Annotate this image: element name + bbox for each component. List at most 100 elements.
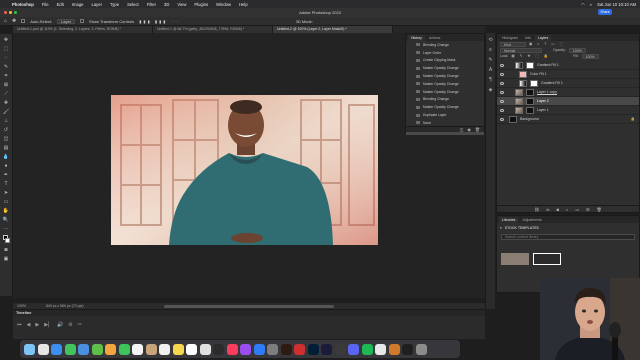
history-item[interactable]: Master Opacity Change bbox=[406, 72, 484, 80]
visibility-eye-icon[interactable] bbox=[500, 81, 504, 85]
share-button[interactable]: Share bbox=[598, 9, 612, 15]
terminal-icon[interactable] bbox=[402, 343, 413, 355]
tab-actions[interactable]: Actions bbox=[426, 35, 443, 41]
type-tool-icon[interactable]: T bbox=[3, 181, 10, 187]
document-dimensions[interactable]: 840 px x 560 px (72 ppi) bbox=[46, 304, 84, 308]
lock-icons[interactable]: ▦ ✎ ✥ ⬚ 🔒 bbox=[511, 54, 550, 58]
layer-row-layer-2[interactable]: Layer 2 bbox=[497, 97, 639, 106]
layer-row-gradient-fill[interactable]: Gradient Fill 1 bbox=[497, 61, 639, 70]
menu-select[interactable]: Select bbox=[127, 2, 139, 7]
blend-mode-dropdown[interactable]: Normal bbox=[500, 47, 542, 53]
search-icon[interactable]: ⌕ bbox=[590, 2, 592, 7]
pen-tool-icon[interactable]: ✒ bbox=[3, 172, 10, 178]
trash-dock-icon[interactable] bbox=[415, 343, 427, 355]
calendar-icon[interactable] bbox=[132, 343, 143, 355]
healing-brush-icon[interactable]: ✚ bbox=[3, 100, 10, 106]
fill-input[interactable]: 100% bbox=[581, 53, 599, 59]
more-tools-icon[interactable]: ··· bbox=[3, 226, 10, 232]
new-snapshot-icon[interactable]: ◫ bbox=[460, 127, 464, 132]
menu-window[interactable]: Window bbox=[216, 2, 231, 7]
visibility-eye-icon[interactable] bbox=[500, 72, 504, 76]
dodge-tool-icon[interactable]: ● bbox=[3, 163, 10, 169]
history-item[interactable]: Master Opacity Change bbox=[406, 103, 484, 111]
eraser-tool-icon[interactable]: ◫ bbox=[3, 136, 10, 142]
audio-icon[interactable]: 🔊 bbox=[57, 322, 63, 328]
transform-controls-checkbox[interactable] bbox=[80, 19, 85, 23]
zoom-icon[interactable] bbox=[375, 343, 386, 355]
tab-adjustments[interactable]: Adjustments bbox=[519, 217, 544, 223]
wifi-icon[interactable]: ◠ bbox=[581, 2, 585, 7]
fx-icon[interactable]: fx bbox=[546, 206, 549, 212]
tab-libraries[interactable]: Libraries bbox=[499, 217, 519, 223]
lasso-tool-icon[interactable]: ◌ bbox=[3, 55, 10, 61]
visibility-eye-icon[interactable] bbox=[500, 108, 504, 112]
menu-help[interactable]: Help bbox=[239, 2, 248, 7]
history-item[interactable]: Create Clipping Mask bbox=[406, 57, 484, 65]
visibility-eye-icon[interactable] bbox=[500, 90, 504, 94]
menubar-clock[interactable]: Sat Jun 10 10:10 AM bbox=[597, 2, 636, 7]
illustrator-icon[interactable] bbox=[280, 343, 292, 355]
history-item[interactable]: Blending Change bbox=[406, 96, 484, 104]
finder-icon[interactable] bbox=[24, 343, 35, 355]
crop-tool-icon[interactable]: ⌗ bbox=[3, 73, 10, 79]
minimize-window-button[interactable] bbox=[9, 11, 12, 14]
kind-filter-dropdown[interactable]: Kind bbox=[500, 41, 526, 47]
mail-icon[interactable] bbox=[78, 343, 89, 355]
safari-icon[interactable] bbox=[51, 343, 62, 355]
history-item[interactable]: Master Opacity Change bbox=[406, 80, 484, 88]
first-frame-icon[interactable]: ⏮ bbox=[17, 322, 22, 328]
maps-icon[interactable] bbox=[91, 343, 103, 355]
notion-icon[interactable] bbox=[186, 343, 197, 355]
trash-icon[interactable]: 🗑 bbox=[597, 206, 602, 212]
settings-icon[interactable]: ⚙ bbox=[68, 322, 72, 328]
menu-plugins[interactable]: Plugins bbox=[194, 2, 208, 7]
new-group-icon[interactable]: ▭ bbox=[575, 206, 579, 212]
blur-tool-icon[interactable]: 💧 bbox=[3, 154, 10, 160]
auto-select-dropdown[interactable]: Layer bbox=[57, 18, 76, 24]
facetime-icon[interactable] bbox=[118, 343, 130, 355]
tab-untitled-1-psd[interactable]: Untitled-1.psd @ 110% (1. Selecting, 2. … bbox=[13, 26, 153, 33]
history-item[interactable]: Layer Order bbox=[406, 49, 484, 57]
path-select-icon[interactable]: ➤ bbox=[3, 190, 10, 196]
zoom-window-button[interactable] bbox=[14, 11, 17, 14]
camera-icon[interactable]: ◉ bbox=[467, 127, 471, 132]
clone-stamp-icon[interactable]: ⊥ bbox=[3, 118, 10, 124]
visibility-eye-icon[interactable] bbox=[500, 63, 504, 67]
zoom-level[interactable]: 100% bbox=[17, 304, 26, 308]
tab-histogram[interactable]: Histogram bbox=[499, 35, 521, 41]
premiere-icon[interactable] bbox=[321, 343, 332, 355]
tab-history[interactable]: History bbox=[408, 35, 425, 41]
tab-untitled-1[interactable]: Untitled-1 @ 66.7% (getty_481292845_7789… bbox=[153, 26, 273, 33]
menu-view[interactable]: View bbox=[177, 2, 186, 7]
layer-row-layer-1-copy[interactable]: Layer 1 copy bbox=[497, 88, 639, 97]
link-layers-icon[interactable]: ⛓ bbox=[534, 206, 539, 212]
marquee-tool-icon[interactable]: ⬚ bbox=[3, 46, 10, 52]
play-icon[interactable]: ▶ bbox=[35, 322, 39, 328]
screen-recorder-icon[interactable] bbox=[334, 343, 346, 355]
library-thumbnail[interactable] bbox=[501, 253, 529, 265]
launchpad-icon[interactable] bbox=[37, 343, 49, 355]
menu-filter[interactable]: Filter bbox=[147, 2, 156, 7]
tab-untitled-2[interactable]: Untitled-2 @ 100% (Layer 2, Layer Mask/8… bbox=[273, 26, 393, 33]
menu-edit[interactable]: Edit bbox=[57, 2, 64, 7]
layer-mask-thumbnail[interactable] bbox=[530, 79, 538, 87]
layer-mask-thumbnail[interactable] bbox=[526, 88, 534, 96]
spotify-icon[interactable] bbox=[361, 343, 373, 355]
contacts-icon[interactable] bbox=[145, 343, 157, 355]
new-layer-icon[interactable]: ⊞ bbox=[586, 206, 589, 212]
history-item[interactable]: Master Opacity Change bbox=[406, 64, 484, 72]
eyedropper-tool-icon[interactable]: ⟋ bbox=[3, 91, 10, 97]
menu-image[interactable]: Image bbox=[72, 2, 84, 7]
color-swatches-icon[interactable] bbox=[2, 235, 10, 244]
glyphs-panel-icon[interactable]: ◈ bbox=[488, 87, 494, 93]
tab-info[interactable]: Info bbox=[522, 35, 534, 41]
messages-icon[interactable] bbox=[64, 343, 76, 355]
quick-select-tool-icon[interactable]: ✎ bbox=[3, 64, 10, 70]
settings-icon[interactable] bbox=[267, 343, 278, 355]
menu-layer[interactable]: Layer bbox=[91, 2, 101, 7]
layer-mask-thumbnail[interactable] bbox=[526, 97, 534, 105]
visibility-eye-icon[interactable] bbox=[500, 99, 504, 103]
split-icon[interactable]: ✂ bbox=[78, 322, 82, 328]
menu-type[interactable]: Type bbox=[110, 2, 119, 7]
document-image[interactable] bbox=[111, 95, 378, 245]
